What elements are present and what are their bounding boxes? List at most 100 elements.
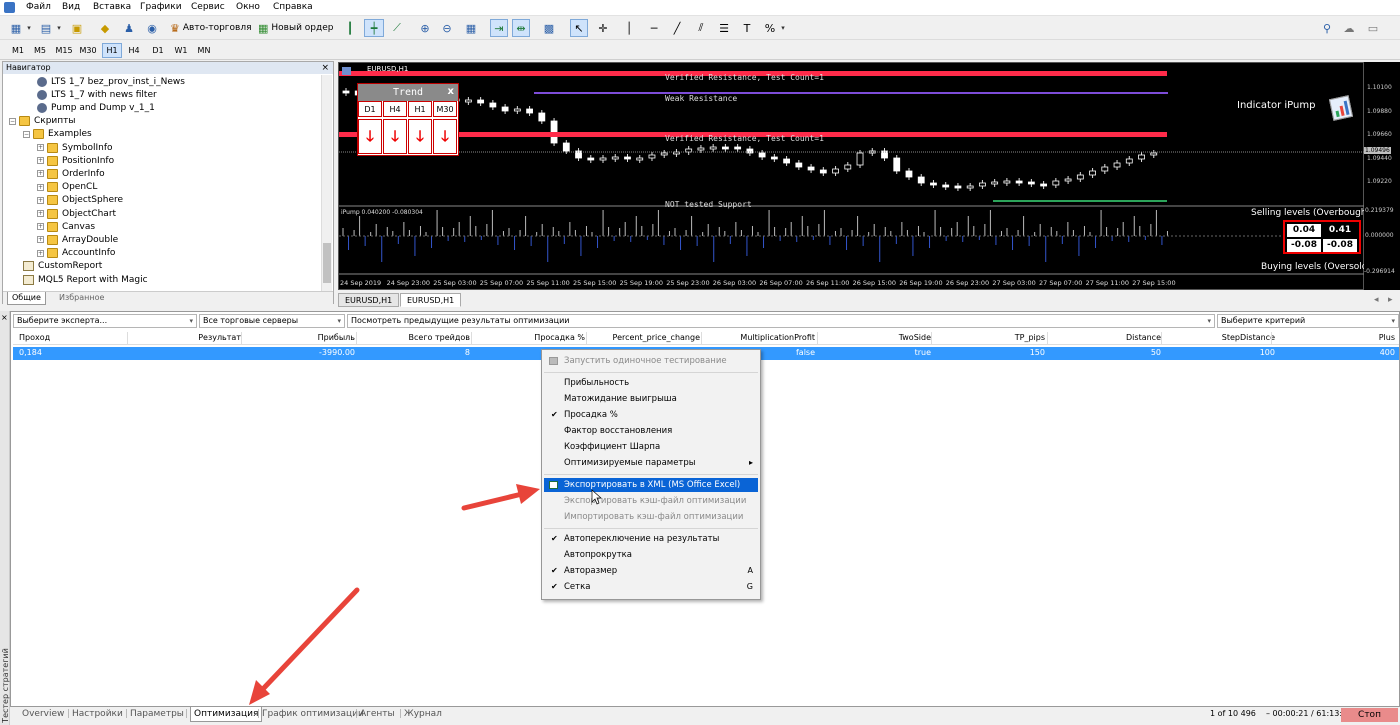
column-header[interactable]: TP_pips xyxy=(933,333,1045,342)
tab-common[interactable]: Общие xyxy=(7,292,46,305)
stop-button[interactable]: Стоп xyxy=(1341,708,1398,722)
text-icon[interactable]: T xyxy=(738,19,756,37)
vertical-line-icon[interactable]: │ xyxy=(622,19,636,37)
expert-select[interactable]: Выберите эксперта... ▾ xyxy=(13,314,197,328)
context-menu-item[interactable]: Матожидание выигрыша xyxy=(544,392,758,406)
menu-file[interactable]: Файл xyxy=(26,2,51,12)
timeframe-m30[interactable]: M30 xyxy=(78,43,98,58)
horizontal-line-icon[interactable]: ─ xyxy=(645,19,663,37)
navigator-item[interactable]: + PositionInfo xyxy=(37,154,114,167)
fibo-icon[interactable]: ☰ xyxy=(715,19,733,37)
navigator-item[interactable]: CustomReport xyxy=(23,260,102,273)
column-header[interactable]: Distance xyxy=(1049,333,1161,342)
scroll-left-icon[interactable]: ◂ xyxy=(1374,295,1379,305)
navigator-item[interactable]: + OrderInfo xyxy=(37,167,105,180)
context-menu-item[interactable]: Фактор восстановления xyxy=(544,424,758,438)
timeframe-w1[interactable]: W1 xyxy=(171,43,191,58)
context-menu-item[interactable]: Оптимизируемые параметры ▸ xyxy=(544,456,758,470)
navigator-item[interactable]: + ArrayDouble xyxy=(37,233,118,246)
servers-select[interactable]: Все торговые серверы ▾ xyxy=(199,314,345,328)
crosshair-icon[interactable]: ✛ xyxy=(594,19,612,37)
chevron-down-icon[interactable]: ▾ xyxy=(24,19,34,37)
history-select[interactable]: Посмотреть предыдущие результаты оптимиз… xyxy=(347,314,1215,328)
expand-icon[interactable]: + xyxy=(37,144,44,151)
tab-journal[interactable]: Журнал xyxy=(404,707,442,722)
navigator-item[interactable]: Pump and Dump v_1_1 xyxy=(37,101,155,114)
tab-overview[interactable]: Overview xyxy=(22,707,64,722)
expand-icon[interactable]: − xyxy=(9,117,16,125)
shapes-icon[interactable]: % xyxy=(762,19,778,37)
bar-chart-icon[interactable]: ┃ xyxy=(341,19,359,37)
navigator-item[interactable]: + ObjectChart xyxy=(37,207,116,220)
tab-optimization-graph[interactable]: График оптимизации xyxy=(262,707,364,722)
chevron-down-icon[interactable]: ▾ xyxy=(778,19,788,37)
tab-optimization[interactable]: Оптимизация xyxy=(190,707,263,722)
navigator-item[interactable]: − Examples xyxy=(23,128,92,141)
close-icon[interactable]: × xyxy=(321,62,329,74)
market-watch-icon[interactable]: ▣ xyxy=(68,19,86,37)
timeframe-m5[interactable]: M5 xyxy=(30,43,50,58)
context-menu-item[interactable]: Экспортировать в XML (MS Office Excel) xyxy=(544,478,758,492)
context-menu-item[interactable]: ✔ Автопереключение на результаты xyxy=(544,532,758,546)
timeframe-h4[interactable]: H4 xyxy=(124,43,144,58)
close-icon[interactable]: × xyxy=(1,313,8,322)
context-menu-item[interactable]: ✔ Просадка % xyxy=(544,408,758,422)
expand-icon[interactable]: + xyxy=(37,223,44,231)
expand-icon[interactable]: + xyxy=(37,210,44,217)
line-chart-icon[interactable]: ⟋ xyxy=(388,19,406,37)
tab-agents[interactable]: Агенты xyxy=(360,707,395,722)
indicators-icon[interactable]: ▩ xyxy=(540,19,558,37)
autotrade-button[interactable]: ♛ Авто-торговля xyxy=(170,19,258,37)
trend-close-icon[interactable]: x xyxy=(448,86,454,97)
expand-icon[interactable]: + xyxy=(37,170,44,178)
signals-icon[interactable]: ◉ xyxy=(143,19,161,37)
cursor-icon[interactable]: ↖ xyxy=(570,19,588,37)
column-header[interactable]: MultiplicationProfit xyxy=(703,333,815,342)
menu-window[interactable]: Окно xyxy=(236,2,260,12)
menu-charts[interactable]: Графики xyxy=(140,2,182,12)
navigator-item[interactable]: + SymbolInfo xyxy=(37,141,113,154)
context-menu-item[interactable]: Коэффициент Шарпа xyxy=(544,440,758,454)
navigator-item[interactable]: + Canvas xyxy=(37,220,95,233)
chart-tab-2[interactable]: EURUSD,H1 xyxy=(400,293,462,307)
context-menu-item[interactable]: ✔ Авторазмер A xyxy=(544,564,758,578)
navigator-item[interactable]: − Скрипты xyxy=(9,115,76,128)
menu-view[interactable]: Вид xyxy=(62,2,80,12)
expand-icon[interactable]: + xyxy=(37,196,44,204)
menu-help[interactable]: Справка xyxy=(273,2,313,12)
menu-service[interactable]: Сервис xyxy=(191,2,225,12)
tab-settings[interactable]: Настройки xyxy=(72,707,123,722)
context-menu-item[interactable]: ✔ Сетка G xyxy=(544,580,758,594)
tab-parameters[interactable]: Параметры xyxy=(130,707,184,722)
navigator-item[interactable]: MQL5 Report with Magic xyxy=(23,273,148,286)
new-chart-icon[interactable]: ▦ xyxy=(8,19,24,37)
timeframe-mn[interactable]: MN xyxy=(194,43,214,58)
messages-icon[interactable]: ▭ xyxy=(1362,19,1384,37)
column-header[interactable]: TwoSide xyxy=(819,333,931,342)
zoom-in-icon[interactable]: ⊕ xyxy=(416,19,434,37)
timeframe-m15[interactable]: M15 xyxy=(54,43,74,58)
navigator-scrollbar[interactable] xyxy=(321,75,332,291)
timeframe-m1[interactable]: M1 xyxy=(8,43,28,58)
criterion-select[interactable]: Выберите критерий ▾ xyxy=(1217,314,1399,328)
autoscroll-icon[interactable]: ⇥ xyxy=(490,19,508,37)
navigator-item[interactable]: + ObjectSphere xyxy=(37,194,123,207)
timeframe-h1[interactable]: H1 xyxy=(102,43,122,58)
zoom-out-icon[interactable]: ⊖ xyxy=(438,19,456,37)
navigator-item[interactable]: LTS 1_7 bez_prov_inst_i_News xyxy=(37,75,185,88)
chevron-down-icon[interactable]: ▾ xyxy=(54,19,64,37)
profiles-icon[interactable]: ▤ xyxy=(38,19,54,37)
new-order-button[interactable]: ▦ Новый ордер xyxy=(258,19,334,37)
search-icon[interactable]: ⚲ xyxy=(1318,19,1336,37)
scroll-right-icon[interactable]: ▸ xyxy=(1388,295,1393,305)
trendline-icon[interactable]: ╱ xyxy=(668,19,686,37)
column-header[interactable]: Plus xyxy=(1273,333,1395,342)
navigator-item[interactable]: + AccountInfo xyxy=(37,247,115,260)
navigator-item[interactable]: LTS 1_7 with news filter xyxy=(37,88,157,101)
context-menu-item[interactable]: Автопрокрутка xyxy=(544,548,758,562)
navigator-item[interactable]: + OpenCL xyxy=(37,181,97,194)
expand-icon[interactable]: + xyxy=(37,249,44,257)
expand-icon[interactable]: + xyxy=(37,236,44,244)
expand-icon[interactable]: − xyxy=(23,130,30,138)
navigator-icon[interactable]: ♟ xyxy=(120,19,138,37)
